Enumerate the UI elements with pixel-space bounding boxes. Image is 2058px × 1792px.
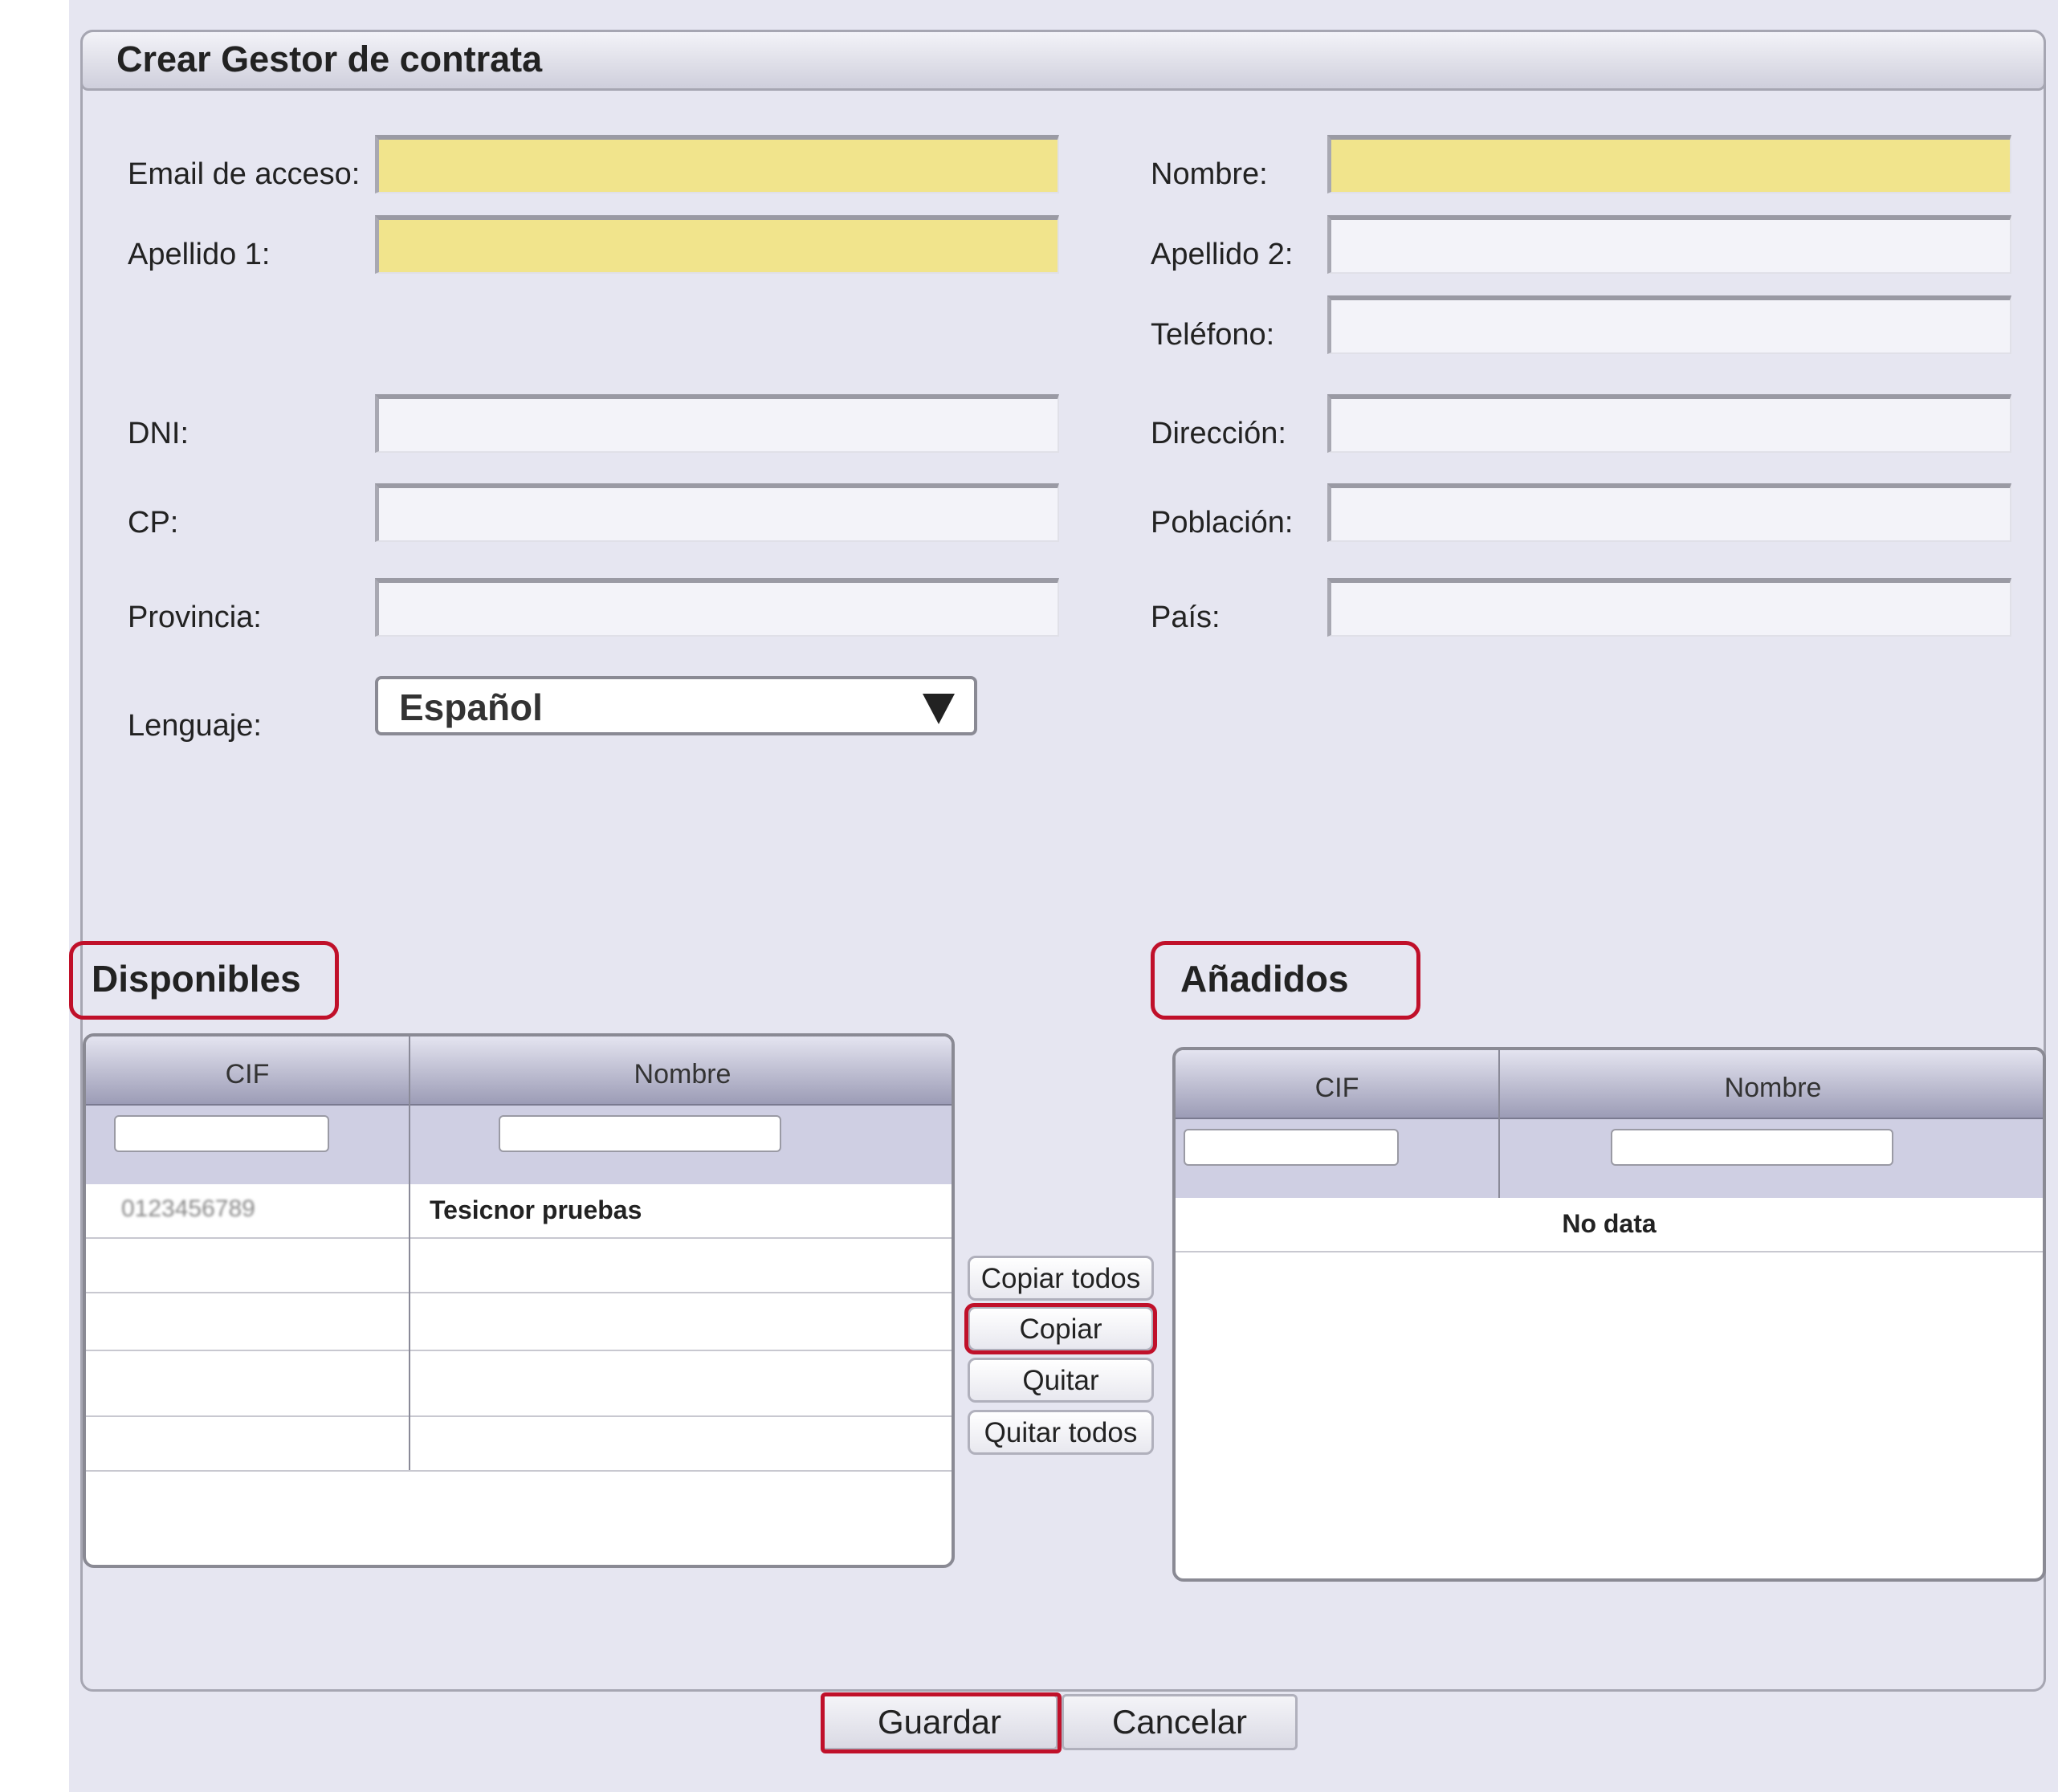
anadidos-grid: CIF Nombre No data	[1172, 1047, 2046, 1582]
telefono-label: Teléfono:	[1151, 318, 1275, 352]
disponibles-filter-row	[86, 1106, 952, 1184]
nombre-label: Nombre:	[1151, 157, 1268, 191]
page-title: Crear Gestor de contrata	[116, 39, 543, 79]
disponibles-grid-header: CIF Nombre	[86, 1037, 952, 1106]
disponibles-grid: CIF Nombre 0123456789 Tesicnor pruebas	[83, 1033, 955, 1568]
language-selected-value: Español	[399, 686, 543, 728]
dni-field[interactable]	[375, 394, 1059, 453]
cancelar-button[interactable]: Cancelar	[1062, 1694, 1298, 1750]
no-data-text: No data	[1562, 1209, 1657, 1238]
copiar-highlight	[964, 1303, 1157, 1354]
pais-field[interactable]	[1327, 578, 2011, 637]
language-select[interactable]: Español	[375, 676, 977, 735]
nombre-filter-input[interactable]	[1611, 1129, 1893, 1166]
table-row	[86, 1351, 952, 1417]
poblacion-field[interactable]	[1327, 483, 2011, 542]
column-header-cif[interactable]: CIF	[86, 1059, 409, 1090]
nombre-field[interactable]	[1327, 135, 2011, 193]
column-header-nombre[interactable]: Nombre	[1500, 1073, 2043, 1104]
quitar-button[interactable]: Quitar	[968, 1358, 1154, 1403]
poblacion-label: Población:	[1151, 506, 1294, 540]
cif-filter-input[interactable]	[114, 1115, 329, 1152]
pais-label: País:	[1151, 601, 1221, 634]
quitar-todos-button[interactable]: Quitar todos	[968, 1410, 1154, 1455]
anadidos-title: Añadidos	[1180, 958, 1349, 1000]
apellido2-field[interactable]	[1327, 215, 2011, 274]
dropdown-arrow-icon	[923, 694, 955, 724]
anadidos-grid-header: CIF Nombre	[1176, 1050, 2043, 1119]
disponibles-title: Disponibles	[92, 958, 301, 1000]
anadidos-filter-row	[1176, 1119, 2043, 1198]
table-row	[86, 1417, 952, 1472]
dni-label: DNI:	[128, 417, 189, 450]
cp-field[interactable]	[375, 483, 1059, 542]
apellido2-label: Apellido 2:	[1151, 238, 1294, 271]
table-row[interactable]: 0123456789 Tesicnor pruebas	[86, 1184, 952, 1239]
column-divider	[1498, 1050, 1500, 1198]
email-label: Email de acceso:	[128, 157, 361, 191]
cif-cell: 0123456789	[121, 1195, 255, 1222]
direccion-label: Dirección:	[1151, 417, 1286, 450]
column-divider	[409, 1037, 410, 1470]
lenguaje-label: Lenguaje:	[128, 709, 262, 743]
cif-filter-input[interactable]	[1184, 1129, 1399, 1166]
guardar-highlight	[821, 1692, 1062, 1753]
direccion-field[interactable]	[1327, 394, 2011, 453]
table-row	[86, 1239, 952, 1293]
nombre-filter-input[interactable]	[499, 1115, 781, 1152]
column-header-nombre[interactable]: Nombre	[410, 1059, 952, 1090]
apellido1-field[interactable]	[375, 215, 1059, 274]
email-field[interactable]	[375, 135, 1059, 193]
empty-row: No data	[1176, 1198, 2043, 1252]
copiar-todos-button[interactable]: Copiar todos	[968, 1256, 1154, 1301]
apellido1-label: Apellido 1:	[128, 238, 271, 271]
telefono-field[interactable]	[1327, 295, 2011, 354]
column-header-cif[interactable]: CIF	[1176, 1073, 1498, 1104]
table-row	[86, 1293, 952, 1351]
nombre-cell: Tesicnor pruebas	[430, 1195, 642, 1224]
provincia-field[interactable]	[375, 578, 1059, 637]
provincia-label: Provincia:	[128, 601, 262, 634]
cp-label: CP:	[128, 506, 179, 540]
